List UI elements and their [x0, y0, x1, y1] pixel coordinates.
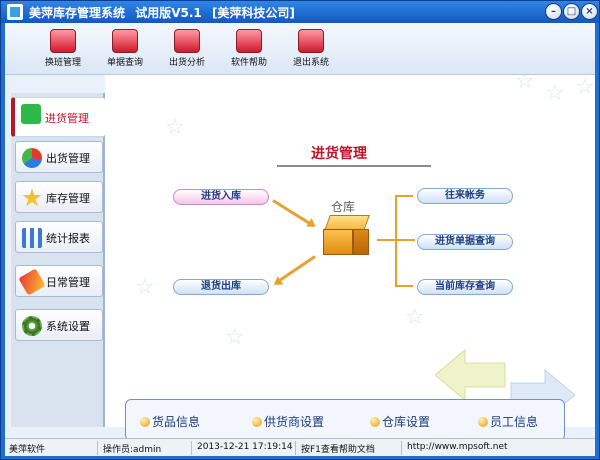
bottom-item-label: 供货商设置	[264, 415, 325, 429]
status-separator	[295, 441, 296, 455]
client-area: 换班管理 单据查询 出货分析 软件帮助 退出系统 进货管理 出货管理 库存管理 …	[5, 23, 595, 456]
bullet-icon	[478, 417, 488, 427]
pen-icon	[18, 268, 46, 296]
page-title: 进货管理	[311, 146, 367, 162]
document-query-button[interactable]: 单据查询	[97, 29, 153, 69]
stock-query-button[interactable]: 当前库存查询	[417, 279, 513, 295]
minimize-button[interactable]: –	[545, 3, 562, 20]
maximize-button[interactable]: □	[563, 3, 580, 20]
close-button[interactable]: ×	[581, 3, 598, 20]
sidebar-item-inventory[interactable]: 库存管理	[15, 181, 103, 213]
title-divider	[277, 165, 431, 167]
status-help: 按F1查看帮助文档	[301, 445, 375, 455]
shift-management-button[interactable]: 换班管理	[35, 29, 91, 69]
status-separator	[191, 441, 192, 455]
app-icon	[7, 4, 23, 20]
star-decoration: ☆	[135, 275, 155, 300]
star-decoration: ☆	[545, 81, 565, 106]
star-decoration: ☆	[405, 305, 425, 330]
title-bar: 美萍库存管理系统 试用版V5.1 [美萍科技公司] – □ ×	[1, 1, 599, 23]
window-title-name: 美萍库存管理系统	[29, 6, 126, 20]
magnifier-icon	[112, 29, 138, 53]
bottom-item-label: 员工信息	[490, 415, 539, 429]
bar-chart-icon	[174, 29, 200, 53]
bullet-icon	[140, 417, 150, 427]
status-datetime: 2013-12-21 17:19:14	[197, 442, 293, 452]
pie-icon	[22, 148, 42, 168]
star-icon	[22, 188, 42, 207]
star-decoration: ☆	[515, 75, 535, 94]
accounts-button[interactable]: 往来帐务	[417, 188, 513, 204]
toolbar-label: 软件帮助	[230, 58, 267, 68]
star-decoration: ☆	[575, 75, 595, 100]
toolbar: 换班管理 单据查询 出货分析 软件帮助 退出系统	[5, 23, 595, 75]
sidebar-item-reports[interactable]: 统计报表	[15, 221, 103, 253]
sidebar-item-label: 系统设置	[46, 320, 90, 333]
sidebar-item-label: 统计报表	[46, 232, 90, 245]
sidebar-item-label: 出货管理	[46, 152, 90, 165]
purchase-in-button[interactable]: 进货入库	[173, 189, 269, 205]
status-app: 美萍软件	[9, 445, 46, 455]
box-side	[353, 229, 369, 255]
toolbar-label: 单据查询	[106, 58, 143, 68]
status-url[interactable]: http://www.mpsoft.net	[407, 442, 508, 452]
box-front	[323, 229, 353, 255]
purchase-doc-query-button[interactable]: 进货单据查询	[417, 234, 513, 250]
return-out-button[interactable]: 退货出库	[173, 279, 269, 295]
bottom-item-label: 货品信息	[152, 415, 201, 429]
exit-button[interactable]: 退出系统	[283, 29, 339, 69]
connector-line	[377, 239, 395, 241]
shipment-analysis-button[interactable]: 出货分析	[159, 29, 215, 69]
star-decoration: ☆	[165, 115, 185, 140]
user-switch-icon	[50, 29, 76, 53]
warehouse-box-icon	[323, 215, 371, 255]
status-separator	[401, 441, 402, 455]
window-title-company: [美萍科技公司]	[211, 6, 295, 20]
star-decoration: ☆	[225, 325, 245, 350]
toolbar-label: 退出系统	[292, 58, 329, 68]
bullet-icon	[252, 417, 262, 427]
toolbar-label: 换班管理	[44, 58, 81, 68]
sidebar-item-settings[interactable]: 系统设置	[15, 309, 103, 341]
sidebar-item-label: 进货管理	[45, 112, 89, 125]
sidebar-item-label: 日常管理	[46, 276, 90, 289]
warehouse-label: 仓库	[331, 200, 356, 214]
power-icon	[298, 29, 324, 53]
status-separator	[97, 441, 98, 455]
sidebar-item-shipment[interactable]: 出货管理	[15, 141, 103, 173]
staff-info-link[interactable]: 员工信息	[478, 413, 538, 430]
back-arrow-shape	[434, 348, 506, 402]
status-bar: 美萍软件 操作员:admin 2013-12-21 17:19:14 按F1查看…	[5, 438, 595, 456]
sidebar-item-daily[interactable]: 日常管理	[15, 265, 103, 297]
report-icon	[22, 228, 42, 248]
gear-icon	[22, 316, 42, 336]
sidebar-item-label: 库存管理	[46, 192, 90, 205]
plus-icon	[21, 104, 41, 124]
warehouse-settings-link[interactable]: 仓库设置	[370, 413, 430, 430]
help-icon	[236, 29, 262, 53]
app-window: 美萍库存管理系统 试用版V5.1 [美萍科技公司] – □ × 换班管理 单据查…	[0, 0, 600, 460]
main-panel: ☆ ☆ ☆ ☆ ☆ ☆ ☆ 进货管理 进货入库 退货出库 仓库 往来帐务 进货单…	[105, 75, 595, 441]
supplier-settings-link[interactable]: 供货商设置	[252, 413, 324, 430]
goods-info-link[interactable]: 货品信息	[140, 413, 200, 430]
connector-bracket	[395, 195, 413, 287]
bottom-shortcut-panel: 货品信息 供货商设置 仓库设置 员工信息	[125, 399, 565, 441]
toolbar-label: 出货分析	[168, 58, 205, 68]
window-title-version: 试用版V5.1	[135, 6, 202, 20]
bullet-icon	[370, 417, 380, 427]
help-button[interactable]: 软件帮助	[221, 29, 277, 69]
window-title: 美萍库存管理系统 试用版V5.1 [美萍科技公司]	[29, 4, 301, 21]
status-operator: 操作员:admin	[103, 445, 162, 455]
sidebar: 进货管理 出货管理 库存管理 统计报表 日常管理 系统设置	[11, 93, 105, 427]
connector-line	[395, 239, 415, 241]
sidebar-item-purchase[interactable]: 进货管理	[11, 97, 105, 137]
bottom-item-label: 仓库设置	[382, 415, 431, 429]
